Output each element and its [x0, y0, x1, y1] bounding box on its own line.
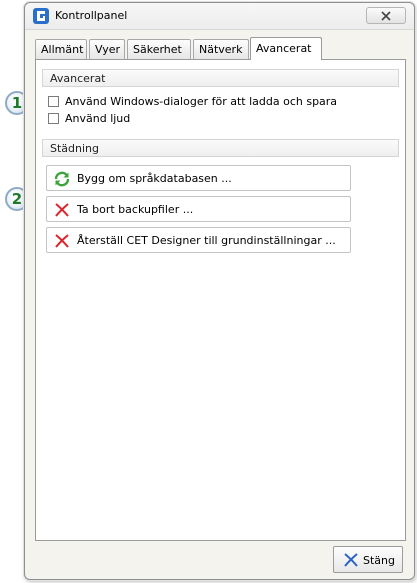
- tab-advanced[interactable]: Avancerat: [250, 37, 322, 60]
- close-dialog-button[interactable]: Stäng: [333, 546, 403, 573]
- advanced-group-header: Avancerat: [42, 69, 399, 87]
- delete-backup-files-label: Ta bort backupfiler ...: [77, 203, 194, 216]
- close-x-icon: [344, 553, 358, 567]
- rebuild-language-db-button[interactable]: Bygg om språkdatabasen ...: [46, 165, 351, 191]
- close-dialog-label: Stäng: [363, 554, 395, 567]
- windows-dialogs-label: Använd Windows-dialoger för att ladda oc…: [65, 95, 338, 108]
- delete-backup-files-button[interactable]: Ta bort backupfiler ...: [46, 196, 351, 222]
- tab-views[interactable]: Vyer: [89, 39, 125, 59]
- window-close-button[interactable]: [366, 7, 406, 24]
- control-panel-app-icon: [33, 8, 49, 24]
- windows-dialogs-checkbox[interactable]: [48, 96, 59, 107]
- use-sound-label: Använd ljud: [65, 112, 131, 125]
- refresh-icon: [54, 171, 70, 187]
- window-title: Kontrollpanel: [55, 9, 128, 22]
- tab-general[interactable]: Allmänt: [35, 39, 87, 59]
- reset-cet-designer-button[interactable]: Återställ CET Designer till grundinställ…: [46, 227, 351, 253]
- close-icon: [381, 11, 391, 21]
- control-panel-window: Kontrollpanel Allmänt Vyer Säkerhet Nätv…: [24, 2, 415, 580]
- tab-panel-advanced: Avancerat Använd Windows-dialoger för at…: [35, 59, 406, 541]
- cleanup-group-header: Städning: [42, 139, 399, 157]
- delete-x-icon: [55, 203, 69, 217]
- tab-network[interactable]: Nätverk: [193, 39, 249, 59]
- reset-cet-designer-label: Återställ CET Designer till grundinställ…: [77, 234, 336, 247]
- use-sound-checkbox[interactable]: [48, 113, 59, 124]
- rebuild-language-db-label: Bygg om språkdatabasen ...: [77, 172, 232, 185]
- tab-security[interactable]: Säkerhet: [127, 39, 191, 59]
- title-bar[interactable]: Kontrollpanel: [25, 3, 414, 30]
- delete-x-icon: [55, 234, 69, 248]
